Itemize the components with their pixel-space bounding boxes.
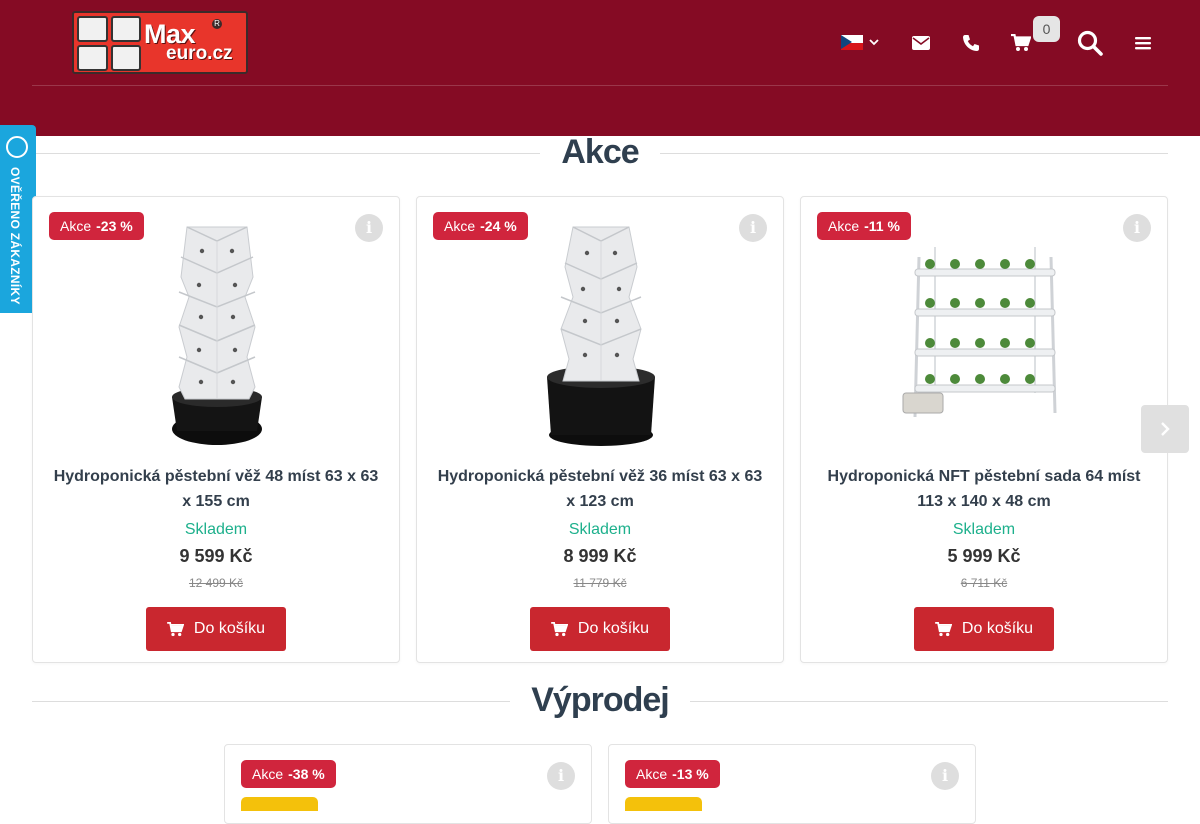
czech-flag-icon[interactable] xyxy=(841,35,863,50)
site-header: Max R euro.cz 0 xyxy=(0,0,1200,136)
stock-status: Skladem xyxy=(184,521,248,538)
cart-count-badge[interactable]: 0 xyxy=(1033,16,1060,42)
logo-brand-bottom: euro.cz xyxy=(166,43,233,64)
section-title-akce: Akce xyxy=(561,133,639,171)
product-image-tower-48[interactable] xyxy=(117,217,317,449)
product-name[interactable]: Hydroponická pěstební věž 36 míst 63 x 6… xyxy=(437,464,763,514)
stock-status: Skladem xyxy=(952,521,1016,538)
product-card[interactable]: Akce -13 % i xyxy=(608,744,976,824)
product-old-price: 11 779 Kč xyxy=(573,576,627,590)
search-icon[interactable] xyxy=(1076,29,1104,57)
cart-icon[interactable] xyxy=(1008,30,1034,56)
cart-icon xyxy=(167,621,184,636)
chevron-down-icon[interactable] xyxy=(868,36,880,48)
add-to-cart-button[interactable]: Do košíku xyxy=(146,607,286,651)
info-icon[interactable]: i xyxy=(739,214,767,242)
product-name[interactable]: Hydroponická pěstební věž 48 míst 63 x 6… xyxy=(53,464,379,514)
info-icon[interactable]: i xyxy=(355,214,383,242)
product-card[interactable]: Akce -11 % i Hydroponická NFT pěstební sa… xyxy=(800,196,1168,663)
chevron-right-icon xyxy=(1161,422,1170,436)
product-card[interactable]: Akce -23 % i Hydroponická pěstební věž 48… xyxy=(32,196,400,663)
sale-badge xyxy=(625,797,702,811)
discount-badge: Akce -38 % xyxy=(241,760,336,788)
carousel-next-button[interactable] xyxy=(1141,405,1189,453)
add-to-cart-label: Do košíku xyxy=(577,620,650,637)
product-card[interactable]: Akce -38 % i xyxy=(224,744,592,824)
info-icon[interactable]: i xyxy=(547,762,575,790)
header-divider xyxy=(32,85,1168,86)
product-card[interactable]: Akce -24 % i Hydroponická pěstební věž 36… xyxy=(416,196,784,663)
cart-icon xyxy=(551,621,568,636)
stock-status: Skladem xyxy=(568,521,632,538)
verified-reviews-label: OVĚŘENO ZÁKAZNÍKY xyxy=(8,167,22,305)
add-to-cart-label: Do košíku xyxy=(961,620,1034,637)
maxeuro-logo[interactable]: Max R euro.cz xyxy=(72,11,248,74)
cart-icon xyxy=(935,621,952,636)
logo-registered-mark: R xyxy=(212,19,222,29)
product-image-tower-36[interactable] xyxy=(501,217,701,449)
sale-badge xyxy=(241,797,318,811)
info-icon[interactable]: i xyxy=(931,762,959,790)
add-to-cart-button[interactable]: Do košíku xyxy=(914,607,1054,651)
product-name[interactable]: Hydroponická NFT pěstební sada 64 míst 1… xyxy=(821,464,1147,514)
product-price: 8 999 Kč xyxy=(563,546,637,566)
product-image-nft-rack[interactable] xyxy=(885,217,1085,449)
section-title-vyprodej: Výprodej xyxy=(531,681,669,719)
discount-badge: Akce -13 % xyxy=(625,760,720,788)
add-to-cart-label: Do košíku xyxy=(193,620,266,637)
envelope-icon[interactable] xyxy=(908,30,934,56)
hamburger-menu-icon[interactable] xyxy=(1130,30,1156,56)
logo-tools-graphic xyxy=(77,16,141,71)
info-icon[interactable]: i xyxy=(1123,214,1151,242)
product-price: 9 599 Kč xyxy=(179,546,253,566)
product-old-price: 6 711 Kč xyxy=(960,576,1008,590)
phone-icon[interactable] xyxy=(958,30,984,56)
product-old-price: 12 499 Kč xyxy=(188,576,244,590)
product-price: 5 999 Kč xyxy=(947,546,1021,566)
add-to-cart-button[interactable]: Do košíku xyxy=(530,607,670,651)
